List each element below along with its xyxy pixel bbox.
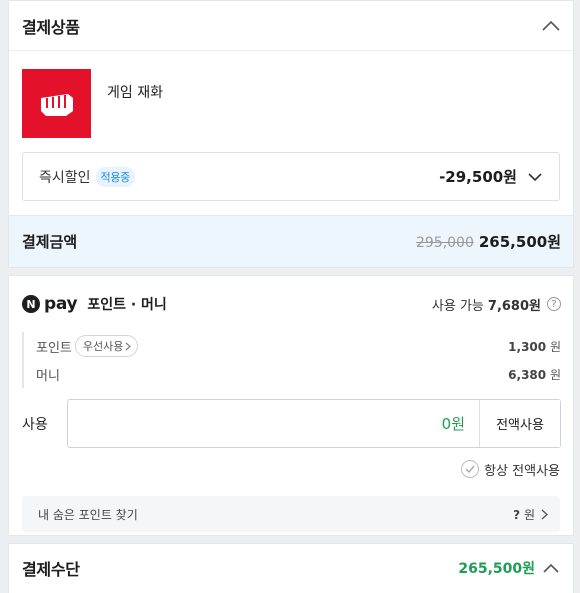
point-use-field: 0원 전액사용	[67, 399, 561, 448]
available-amount: 7,680원	[487, 298, 541, 314]
chevron-right-icon	[125, 342, 132, 350]
priority-use-label: 우선사용	[82, 340, 124, 353]
payment-total-bar: 결제금액 295,000 265,500원	[9, 215, 573, 267]
chevron-up-icon[interactable]	[541, 558, 561, 578]
payment-method-card: 결제수단 265,500원	[8, 543, 574, 593]
use-all-button[interactable]: 전액사용	[479, 400, 560, 447]
point-value: 1,300	[508, 339, 547, 354]
always-use-all-toggle[interactable]: 항상 전액사용	[9, 449, 573, 489]
original-price: 295,000	[415, 235, 474, 251]
discount-label: 즉시할인	[39, 169, 91, 186]
point-label: 포인트	[36, 340, 72, 356]
payment-method-header[interactable]: 결제수단 265,500원	[9, 544, 573, 592]
npay-logo: N pay 포인트 · 머니	[22, 294, 167, 314]
priority-use-button[interactable]: 우선사용	[74, 335, 139, 357]
payment-method-title: 결제수단	[22, 560, 80, 579]
chevron-up-icon[interactable]	[541, 16, 561, 36]
info-icon[interactable]: ?	[547, 297, 561, 311]
product-name: 게임 재화	[107, 85, 163, 101]
point-use-row: 사용 0원 전액사용	[9, 399, 573, 448]
point-unit: 원	[549, 339, 561, 354]
list-item-point: 포인트 우선사용 1,300 원	[36, 332, 561, 360]
payment-product-header[interactable]: 결제상품	[9, 1, 573, 51]
payment-method-amount: 265,500원	[458, 561, 535, 577]
find-hidden-points-row[interactable]: 내 숨은 포인트 찾기 ? 원	[22, 496, 560, 532]
money-value: 6,380	[508, 367, 547, 382]
fist-logo-icon	[40, 93, 73, 116]
npay-point-card: N pay 포인트 · 머니 사용 가능 7,680원 ? 포인트 우선사용 1…	[8, 275, 574, 536]
npay-point-header: N pay 포인트 · 머니 사용 가능 7,680원 ?	[9, 276, 573, 332]
check-circle-icon[interactable]	[461, 460, 480, 478]
point-value-wrap: 1,300 원	[508, 338, 561, 355]
discount-amount: -29,500원	[439, 168, 517, 186]
hidden-points-value: ?	[513, 507, 521, 522]
npay-n-icon: N	[22, 295, 40, 313]
chevron-right-icon	[541, 509, 548, 519]
discount-applied-badge: 적용중	[95, 166, 135, 187]
money-unit: 원	[549, 367, 561, 382]
payment-total-label: 결제금액	[22, 233, 78, 251]
always-use-all-label: 항상 전액사용	[484, 463, 560, 479]
payment-product-card: 결제상품 게임 재화 즉시할인 적용중 -29,500원 결제금액 295,00	[8, 0, 574, 268]
money-label: 머니	[36, 368, 60, 384]
hidden-points-unit: 원	[523, 507, 535, 522]
available-label: 사용 가능	[431, 298, 484, 314]
hidden-points-amount: ? 원	[513, 506, 535, 523]
product-thumbnail	[22, 69, 91, 138]
available-balance: 사용 가능 7,680원 ?	[432, 295, 561, 314]
instant-discount-row[interactable]: 즉시할인 적용중 -29,500원	[22, 152, 560, 201]
list-item-money: 머니 6,380 원	[36, 360, 561, 388]
money-value-wrap: 6,380 원	[508, 366, 561, 383]
npay-pay-word: pay	[44, 294, 78, 314]
final-price: 265,500원	[478, 233, 561, 251]
point-use-input[interactable]: 0원	[68, 400, 479, 447]
find-hidden-points-label: 내 숨은 포인트 찾기	[38, 507, 138, 522]
point-money-title: 포인트 · 머니	[87, 297, 167, 313]
product-row: 게임 재화	[9, 51, 573, 152]
point-breakdown-list: 포인트 우선사용 1,300 원 머니 6,380 원	[22, 332, 561, 388]
payment-product-title: 결제상품	[22, 17, 80, 37]
use-label: 사용	[22, 416, 48, 433]
chevron-down-icon[interactable]	[525, 167, 545, 187]
